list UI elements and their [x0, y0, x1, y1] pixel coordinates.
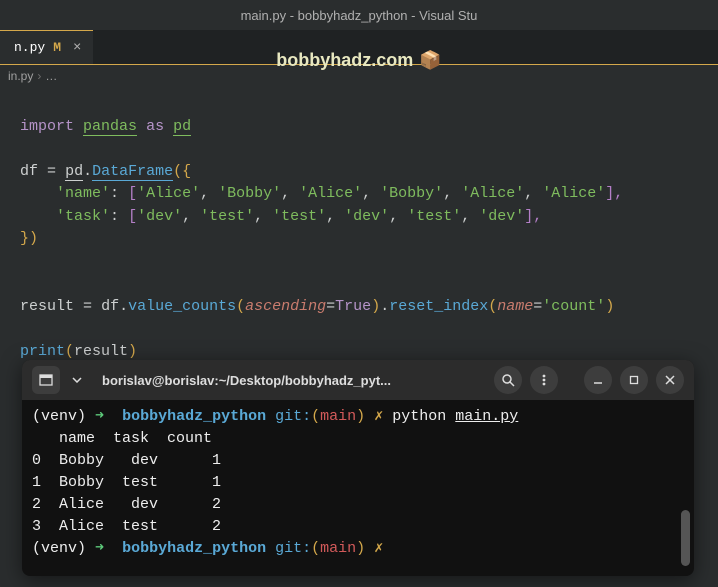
search-button[interactable]: [494, 366, 522, 394]
kw-as: as: [146, 118, 164, 135]
kw-import: import: [20, 118, 74, 135]
alias-pd: pd: [173, 118, 191, 136]
chevron-down-icon: [72, 377, 82, 383]
output-row: 2 Alice dev 2: [32, 496, 221, 513]
watermark-overlay: bobbyhadz.com 📦: [276, 50, 441, 71]
kebab-icon: [537, 373, 551, 387]
close-icon: [664, 374, 676, 386]
title-text: main.py - bobbyhadz_python - Visual Stu: [241, 8, 478, 23]
dropdown-button[interactable]: [68, 366, 86, 394]
watermark-text: bobbyhadz.com: [276, 50, 413, 71]
search-icon: [501, 373, 515, 387]
output-row: 0 Bobby dev 1: [32, 452, 221, 469]
terminal-title: borislav@borislav:~/Desktop/bobbyhadz_py…: [94, 373, 486, 388]
terminal-body[interactable]: (venv) ➜ bobbyhadz_python git:(main) ✗ p…: [22, 400, 694, 566]
minimize-button[interactable]: [584, 366, 612, 394]
maximize-icon: [628, 374, 640, 386]
code-editor[interactable]: import pandas as pd df = pd.DataFrame({ …: [0, 87, 718, 373]
terminal-header: borislav@borislav:~/Desktop/bobbyhadz_py…: [22, 360, 694, 400]
menu-button[interactable]: [530, 366, 558, 394]
output-row: 1 Bobby test 1: [32, 474, 221, 491]
output-header: name task count: [32, 430, 212, 447]
output-row: 3 Alice test 2: [32, 518, 221, 535]
package-icon: 📦: [419, 50, 441, 71]
scrollbar-thumb[interactable]: [681, 510, 690, 566]
module-pandas: pandas: [83, 118, 137, 136]
breadcrumb-more: …: [45, 69, 57, 83]
terminal-icon: [39, 373, 53, 387]
window-titlebar: main.py - bobbyhadz_python - Visual Stu: [0, 0, 718, 30]
close-icon[interactable]: ×: [69, 40, 85, 56]
maximize-button[interactable]: [620, 366, 648, 394]
tab-main-py[interactable]: n.py M ×: [0, 30, 93, 64]
chevron-right-icon: ›: [37, 69, 41, 83]
tab-modified-indicator: M: [53, 40, 61, 55]
close-button[interactable]: [656, 366, 684, 394]
minimize-icon: [592, 374, 604, 386]
terminal-window: borislav@borislav:~/Desktop/bobbyhadz_py…: [22, 360, 694, 576]
breadcrumb-file: in.py: [8, 69, 33, 83]
new-tab-button[interactable]: [32, 366, 60, 394]
tab-filename: n.py: [14, 40, 45, 55]
